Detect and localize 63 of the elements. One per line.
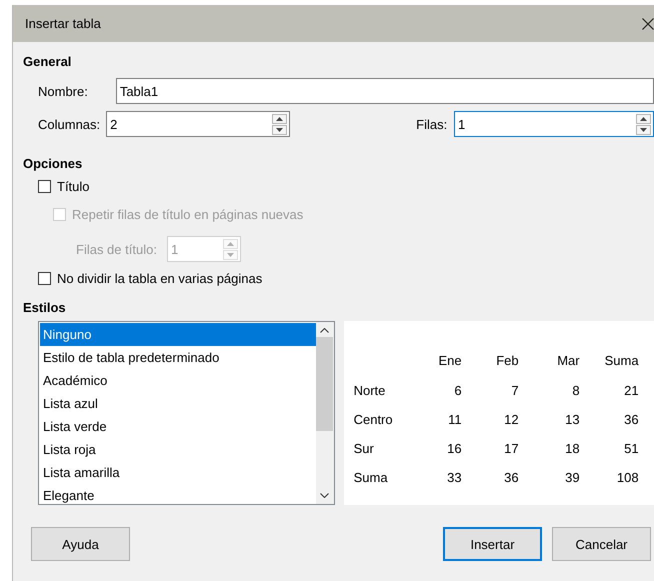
field-label: Filas de título: <box>76 242 157 256</box>
table-cell-text: 7 <box>510 383 519 398</box>
checkbox-label[interactable]: Título <box>57 178 90 194</box>
close-icon[interactable] <box>642 18 654 30</box>
window-title: Insertar tabla <box>25 16 101 31</box>
list-item[interactable]: Ninguno <box>40 323 316 346</box>
table-cell-text: 39 <box>564 470 580 485</box>
list-item[interactable]: Académico <box>40 369 316 392</box>
column-header: Feb <box>495 352 519 368</box>
row-header: Centro <box>354 412 394 427</box>
column-header: Mar <box>556 352 580 368</box>
table-cell-text: 17 <box>503 441 519 456</box>
down-arrow-icon[interactable] <box>276 128 284 132</box>
table-cell-text: 36 <box>503 470 519 485</box>
spin-up-button[interactable] <box>636 114 651 124</box>
table-cell-text: 21 <box>623 383 639 398</box>
column-header: Ene <box>437 352 462 368</box>
table-cell-text: 36 <box>623 412 639 427</box>
dialog-button[interactable]: Cancelar <box>552 527 651 561</box>
table-cell-text: 6 <box>453 383 462 398</box>
table-cell-text: 16 <box>446 441 462 456</box>
list-item[interactable]: Lista amarilla <box>40 461 316 484</box>
scrollbar-thumb[interactable] <box>316 337 334 431</box>
checkbox-label[interactable]: No dividir la tabla en varias páginas <box>57 270 262 286</box>
table-cell-text: 8 <box>571 383 580 398</box>
list-item[interactable]: Estilo de tabla predeterminado <box>40 346 316 369</box>
list-item[interactable]: Lista verde <box>40 415 316 438</box>
up-chevron-icon[interactable] <box>320 328 330 333</box>
up-arrow-icon[interactable] <box>640 116 647 120</box>
table-cell-text: 13 <box>564 412 580 427</box>
column-header: Suma <box>604 352 639 368</box>
up-arrow-icon[interactable] <box>276 116 284 120</box>
text-field[interactable]: Tabla1 <box>116 78 654 104</box>
dialog-button[interactable]: Insertar <box>443 527 542 561</box>
checkbox[interactable] <box>38 272 51 284</box>
table-cell-text: 12 <box>503 412 519 427</box>
section-heading: Estilos <box>23 300 67 315</box>
scrollbar[interactable] <box>316 322 334 504</box>
dialog-button[interactable]: Ayuda <box>31 527 130 561</box>
section-heading: Opciones <box>23 156 84 171</box>
spin-down-button[interactable] <box>636 124 651 134</box>
field-label: Nombre: <box>38 84 89 98</box>
table-cell-text: 33 <box>446 470 462 485</box>
list-item[interactable]: Lista azul <box>40 392 316 415</box>
row-header: Sur <box>354 441 375 456</box>
down-arrow-icon[interactable] <box>640 128 647 132</box>
spin-down-button[interactable] <box>272 124 288 134</box>
list-item[interactable]: Elegante <box>40 484 316 507</box>
list-item[interactable]: Lista roja <box>40 438 316 461</box>
field-label: Columnas: <box>38 116 102 132</box>
number-field[interactable]: 2 <box>106 111 290 137</box>
down-chevron-icon[interactable] <box>320 493 330 498</box>
row-header: Suma <box>354 470 389 485</box>
checkbox[interactable] <box>38 180 51 192</box>
table-cell-text: 51 <box>623 441 639 456</box>
field-label: Filas: <box>416 116 448 132</box>
spin-up-button[interactable] <box>272 114 288 124</box>
table-cell-text: 108 <box>616 470 639 485</box>
table-cell-text: 18 <box>564 441 580 456</box>
section-heading: General <box>23 54 72 69</box>
number-field[interactable]: 1 <box>454 111 654 137</box>
table-cell-text: 11 <box>447 412 462 427</box>
row-header: Norte <box>354 383 386 398</box>
